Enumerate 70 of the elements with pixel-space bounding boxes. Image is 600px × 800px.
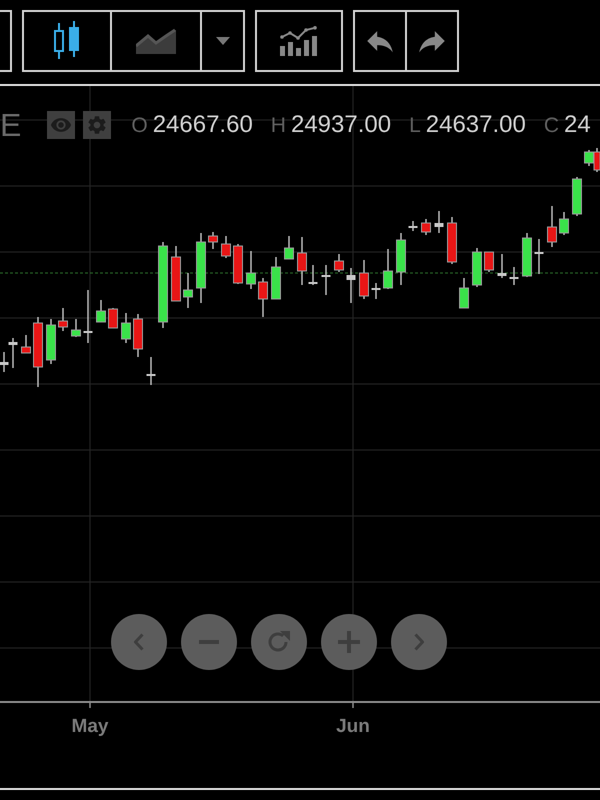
candlestick: [484, 252, 494, 272]
dropdown-button[interactable]: [200, 10, 245, 72]
indicators-button[interactable]: [255, 10, 343, 72]
ohlc-value: 24: [564, 111, 591, 139]
candlestick: [21, 335, 31, 354]
ohlc-label: O: [131, 114, 148, 138]
undo-button[interactable]: [353, 10, 407, 72]
candlestick: [46, 319, 56, 364]
bar-line-chart-icon: [280, 26, 318, 56]
candlestick: [246, 251, 256, 289]
candlestick: [284, 236, 294, 260]
candlestick: [183, 273, 193, 308]
chevron-right-icon: [414, 633, 424, 651]
candlestick: [258, 278, 268, 317]
candlestick: [572, 177, 582, 216]
candlestick: [84, 290, 92, 343]
candlestick: [383, 249, 393, 289]
candlestick: [271, 257, 281, 300]
candlestick: [396, 233, 406, 285]
candlestick: [108, 308, 118, 328]
candlestick: [146, 357, 156, 385]
candlestick: [547, 206, 557, 247]
plus-icon: [338, 631, 360, 653]
candlestick-icon: [54, 21, 80, 61]
candlestick: [308, 265, 318, 285]
toolbar-button[interactable]: [0, 10, 12, 72]
caret-icon: [216, 37, 230, 45]
ohlc-value: 24637.00: [426, 111, 526, 139]
candlestick: [33, 317, 43, 387]
candlestick: [498, 254, 506, 278]
chart-type-button[interactable]: [110, 10, 202, 72]
candlestick: [472, 248, 482, 287]
candlestick: [297, 237, 307, 285]
ohlc-label: H: [270, 114, 286, 138]
candlestick: [58, 308, 68, 331]
candlestick: [334, 254, 344, 272]
candlestick: [372, 283, 380, 299]
candlestick: [559, 212, 569, 235]
candlestick: [408, 221, 418, 231]
candlestick: [447, 217, 457, 264]
month-label: May: [72, 716, 108, 737]
symbol-label: E: [0, 109, 22, 141]
month-label: Jun: [336, 716, 370, 737]
candlestick: [459, 278, 469, 308]
candlestick: [208, 232, 218, 249]
candlestick: [322, 265, 330, 295]
candlestick: [96, 300, 106, 322]
candlestick: [196, 233, 206, 303]
chart-type-button[interactable]: [22, 10, 112, 72]
candlestick: [71, 319, 81, 337]
candlestick: [434, 211, 444, 233]
candlestick: [171, 246, 181, 302]
ohlc-label: L: [409, 114, 421, 138]
candlestick: [359, 260, 369, 299]
candlestick: [121, 313, 131, 343]
chevron-left-icon: [134, 633, 144, 651]
ohlc-value: 24667.60: [152, 111, 253, 139]
ohlc-value: 24937.00: [290, 111, 392, 139]
candlestick: [510, 267, 518, 285]
redo-button[interactable]: [405, 10, 459, 72]
candlestick: [522, 233, 532, 277]
refresh-icon: [268, 631, 290, 653]
candlestick: [421, 219, 431, 235]
ohlc-label: C: [544, 114, 560, 138]
area-chart-icon: [136, 28, 176, 54]
candlestick: [534, 239, 544, 274]
candlestick: [221, 236, 231, 258]
candlestick: [346, 268, 356, 303]
candlestick: [233, 244, 243, 284]
candlestick: [133, 314, 143, 357]
